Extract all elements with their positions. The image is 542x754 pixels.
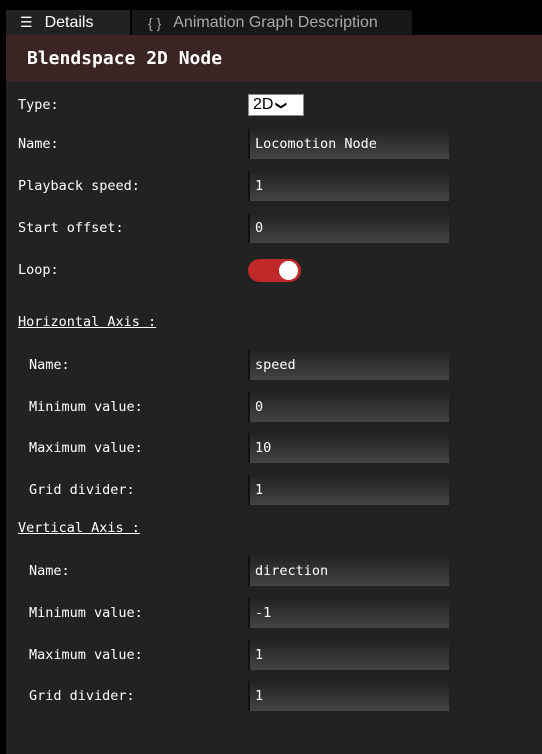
v-min-row: Minimum value: (6, 598, 542, 628)
v-min-label: Minimum value: (29, 605, 143, 621)
h-min-row: Minimum value: (6, 392, 542, 422)
horizontal-axis-heading: Horizontal Axis : (18, 314, 157, 330)
type-value: 2D (253, 96, 274, 113)
tab-bar: ☰ Details { } Animation Graph Description (6, 10, 542, 35)
braces-icon: { } (148, 14, 162, 31)
tab-details[interactable]: ☰ Details (6, 10, 130, 35)
panel-header: Blendspace 2D Node (6, 35, 542, 82)
h-max-row: Maximum value: (6, 433, 542, 463)
h-min-label: Minimum value: (29, 399, 143, 415)
v-grid-row: Grid divider: (6, 681, 542, 711)
v-name-row: Name: (6, 556, 542, 586)
v-max-input[interactable] (248, 640, 449, 670)
vertical-axis-heading: Vertical Axis : (18, 520, 140, 536)
playback-row: Playback speed: (6, 171, 542, 201)
h-name-label: Name: (29, 357, 70, 373)
start-offset-row: Start offset: (6, 213, 542, 243)
playback-speed-input[interactable] (248, 171, 449, 201)
h-max-input[interactable] (248, 433, 449, 463)
loop-row: Loop: (6, 255, 542, 285)
tab-label: Animation Graph Description (173, 13, 378, 31)
h-max-label: Maximum value: (29, 440, 143, 456)
h-grid-input[interactable] (248, 475, 449, 505)
loop-label: Loop: (18, 262, 59, 278)
playback-speed-label: Playback speed: (18, 178, 140, 194)
h-min-input[interactable] (248, 392, 449, 422)
h-grid-label: Grid divider: (29, 482, 135, 498)
h-name-input[interactable] (248, 350, 449, 380)
name-input[interactable] (248, 129, 449, 159)
start-offset-label: Start offset: (18, 220, 124, 236)
details-panel: Blendspace 2D Node Type: 2D❯ Name: Playb… (6, 35, 542, 754)
v-grid-label: Grid divider: (29, 688, 135, 704)
v-max-row: Maximum value: (6, 640, 542, 670)
loop-toggle[interactable] (248, 259, 301, 282)
page-title: Blendspace 2D Node (27, 48, 223, 69)
type-row: Type: 2D ❯ (6, 90, 542, 120)
toggle-knob (279, 261, 298, 280)
v-name-input[interactable] (248, 556, 449, 586)
type-select[interactable]: 2D ❯ (248, 94, 304, 116)
v-grid-input[interactable] (248, 681, 449, 711)
list-icon: ☰ (20, 14, 33, 30)
tab-label: Details (44, 13, 94, 31)
tab-animation-graph-description[interactable]: { } Animation Graph Description (132, 10, 412, 35)
chevron-down-icon: ❯ (275, 100, 288, 110)
h-grid-row: Grid divider: (6, 475, 542, 505)
name-row: Name: (6, 129, 542, 159)
v-max-label: Maximum value: (29, 647, 143, 663)
type-label: Type: (18, 97, 59, 113)
v-name-label: Name: (29, 563, 70, 579)
v-min-input[interactable] (248, 598, 449, 628)
name-label: Name: (18, 136, 59, 152)
start-offset-input[interactable] (248, 213, 449, 243)
h-name-row: Name: (6, 350, 542, 380)
